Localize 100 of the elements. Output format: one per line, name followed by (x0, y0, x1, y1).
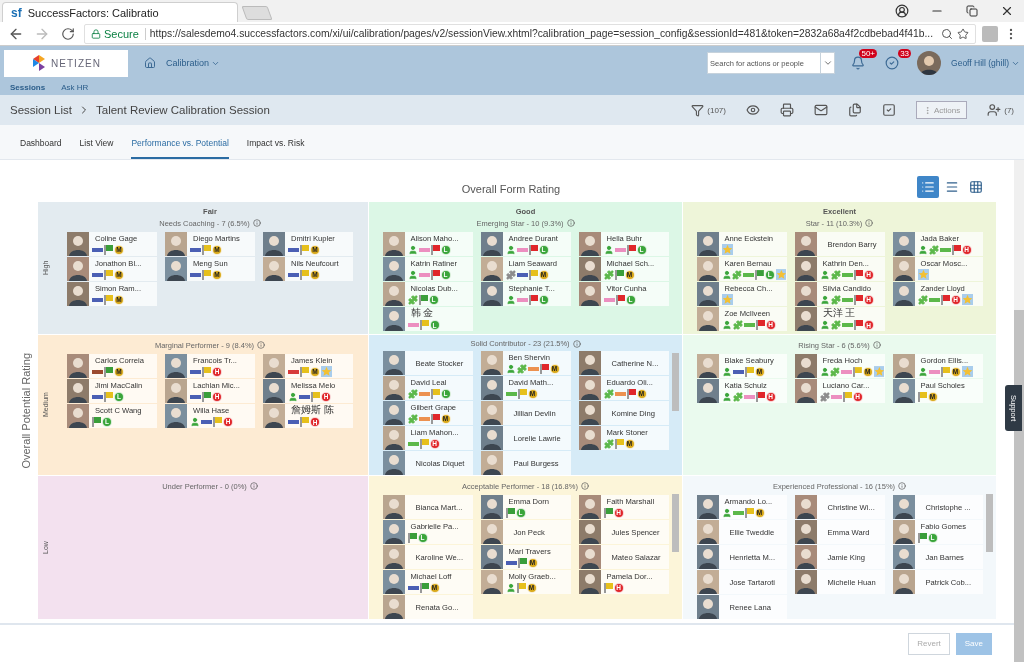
avatar (892, 257, 915, 281)
avatar (382, 351, 405, 375)
filter-icon[interactable] (691, 103, 705, 117)
todo-icon[interactable] (885, 56, 900, 70)
star-icon (961, 294, 973, 305)
avatar (696, 520, 719, 544)
bell-icon[interactable] (851, 56, 866, 70)
avatar (892, 520, 915, 544)
browser-tab[interactable]: sf SuccessFactors: Calibratio (2, 2, 238, 22)
search-icon[interactable] (941, 27, 953, 40)
avatar (382, 520, 405, 544)
secure-text: Secure (104, 27, 139, 40)
avatar (480, 451, 503, 475)
bookmark-star-icon[interactable] (957, 27, 969, 40)
info-icon[interactable] (257, 341, 266, 349)
new-tab-button[interactable] (241, 6, 273, 20)
scrollbar[interactable] (986, 494, 993, 552)
avatar (382, 451, 405, 475)
avatar (480, 520, 503, 544)
tab[interactable]: Impact vs. Risk (246, 138, 305, 159)
person-icon (819, 366, 830, 377)
info-icon[interactable] (572, 339, 581, 348)
info-icon[interactable] (872, 341, 881, 349)
scrollbar[interactable] (672, 494, 679, 552)
scrollbar[interactable] (672, 353, 679, 411)
avatar (263, 257, 285, 281)
eye-icon[interactable] (746, 103, 760, 117)
user-menu[interactable]: Geoff Hill (ghill) (951, 58, 1020, 68)
company-logo[interactable]: NETIZEN (4, 49, 128, 77)
avatar (263, 404, 285, 428)
extension-icon[interactable] (982, 25, 998, 42)
info-icon[interactable] (252, 219, 261, 227)
avatar (67, 257, 89, 281)
avatar (578, 376, 601, 400)
info-icon[interactable] (865, 219, 874, 227)
info-icon[interactable] (249, 482, 258, 490)
avatar (382, 257, 405, 281)
mail-icon[interactable] (814, 103, 828, 117)
info-icon[interactable] (566, 219, 575, 227)
avatar (67, 404, 89, 428)
axis-label: Overall Potential Rating (20, 352, 32, 469)
breadcrumb-link[interactable]: Session List (10, 104, 72, 116)
person-icon (288, 391, 298, 402)
list-icon (945, 180, 959, 194)
subnav-link[interactable]: Ask HR (61, 83, 89, 92)
info-icon[interactable] (580, 482, 589, 490)
star-icon (917, 269, 929, 280)
todo-count: 33 (898, 49, 912, 58)
tab[interactable]: List View (79, 138, 114, 159)
filter-count: (107) (707, 105, 726, 115)
user-avatar[interactable] (917, 51, 942, 75)
avatar (794, 570, 817, 594)
tab-title: SuccessFactors: Calibratio (27, 6, 159, 19)
account-icon[interactable] (894, 4, 909, 18)
module-menu[interactable]: Calibration (166, 58, 221, 68)
avatar (696, 379, 719, 403)
address-bar[interactable]: Secure https://salesdemo4.successfactors.com/xi/ui/calibration/pages/v2/sessionView.xhtml?calibration_page=session_config&sessionId=481&token=2832a68a4f2cdbebad4f41b... (84, 23, 976, 44)
avatar (382, 495, 405, 519)
star-icon (961, 366, 973, 377)
search-scope-dropdown[interactable] (821, 52, 836, 74)
avatar (480, 351, 503, 375)
tab[interactable]: Performance vs. Potential (131, 138, 229, 159)
avatar (382, 401, 405, 425)
tab[interactable]: Dashboard (20, 138, 62, 159)
print-icon[interactable] (780, 103, 794, 117)
person-icon (603, 244, 614, 255)
home-icon[interactable] (144, 57, 156, 69)
avatar (794, 495, 817, 519)
avatar (578, 426, 601, 450)
avatar (578, 282, 601, 306)
avatar (165, 404, 187, 428)
person-icon (819, 320, 830, 330)
avatar (480, 401, 503, 425)
avatar (696, 595, 719, 619)
avatar (382, 232, 405, 256)
avatar (480, 545, 503, 569)
avatar (794, 232, 817, 256)
person-icon (917, 244, 928, 255)
person-icon (407, 269, 418, 280)
reload-icon[interactable] (61, 26, 75, 41)
documents-icon[interactable] (848, 103, 862, 117)
restore-icon[interactable] (965, 5, 978, 17)
avatar (794, 257, 817, 281)
notification-count: 50+ (859, 49, 878, 58)
view-toggle[interactable] (917, 176, 939, 198)
subnav-link[interactable]: Sessions (10, 83, 46, 92)
page-scrollbar[interactable] (1014, 160, 1024, 662)
avatar (480, 282, 503, 306)
avatar (892, 232, 915, 256)
avatar (696, 282, 719, 306)
avatar (67, 379, 89, 403)
person-icon (505, 582, 516, 593)
checkbox-icon[interactable] (882, 103, 896, 117)
page-title: Talent Review Calibration Session (96, 104, 270, 116)
person-icon (721, 391, 732, 402)
person-icon (819, 269, 830, 280)
info-icon[interactable] (898, 482, 907, 490)
participants-icon[interactable] (987, 103, 1002, 117)
avatar (892, 354, 915, 378)
avatar (480, 257, 503, 281)
